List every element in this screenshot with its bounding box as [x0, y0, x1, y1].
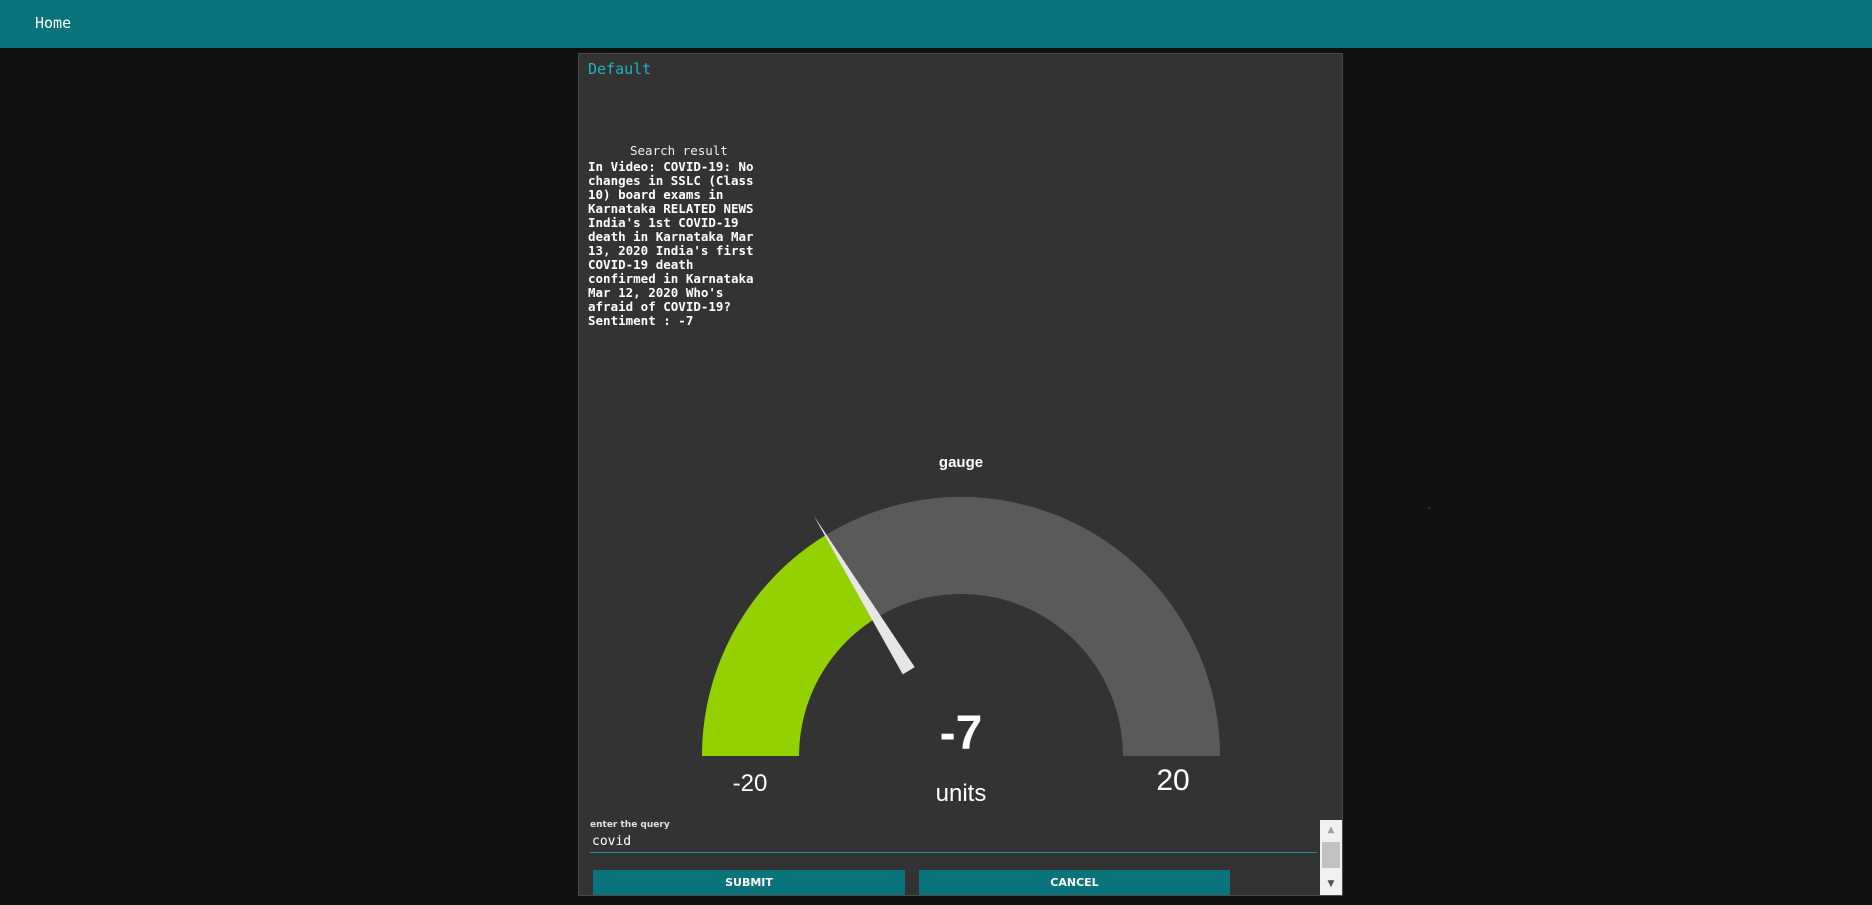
query-scrollbar[interactable]: ▲ ▼	[1320, 820, 1342, 895]
gauge-svg: gauge -7 units -20 20	[702, 454, 1220, 807]
gauge-max-label: 20	[1156, 764, 1189, 797]
gauge-units-label: units	[936, 780, 987, 807]
gauge-chart: gauge -7 units -20 20	[579, 389, 1342, 829]
submit-button[interactable]: SUBMIT	[593, 870, 905, 895]
scroll-down-arrow-icon[interactable]: ▼	[1320, 876, 1342, 892]
gauge-title: gauge	[939, 454, 983, 471]
scroll-up-arrow-icon[interactable]: ▲	[1320, 822, 1342, 838]
gauge-value-label: -7	[940, 707, 983, 760]
dashboard-panel: Default Search result In Video: COVID-19…	[578, 53, 1343, 896]
search-result-heading: Search result	[630, 143, 728, 158]
cancel-button[interactable]: CANCEL	[919, 870, 1230, 895]
gauge-min-label: -20	[733, 770, 768, 797]
top-navbar: Home	[0, 0, 1872, 48]
search-result-text: In Video: COVID-19: No changes in SSLC (…	[588, 159, 754, 328]
home-link[interactable]: Home	[35, 14, 71, 32]
scrollbar-thumb[interactable]	[1322, 842, 1340, 868]
stray-dot	[1428, 507, 1430, 509]
panel-title: Default	[588, 60, 652, 78]
query-input[interactable]	[590, 831, 1317, 853]
query-label: enter the query	[590, 820, 670, 830]
